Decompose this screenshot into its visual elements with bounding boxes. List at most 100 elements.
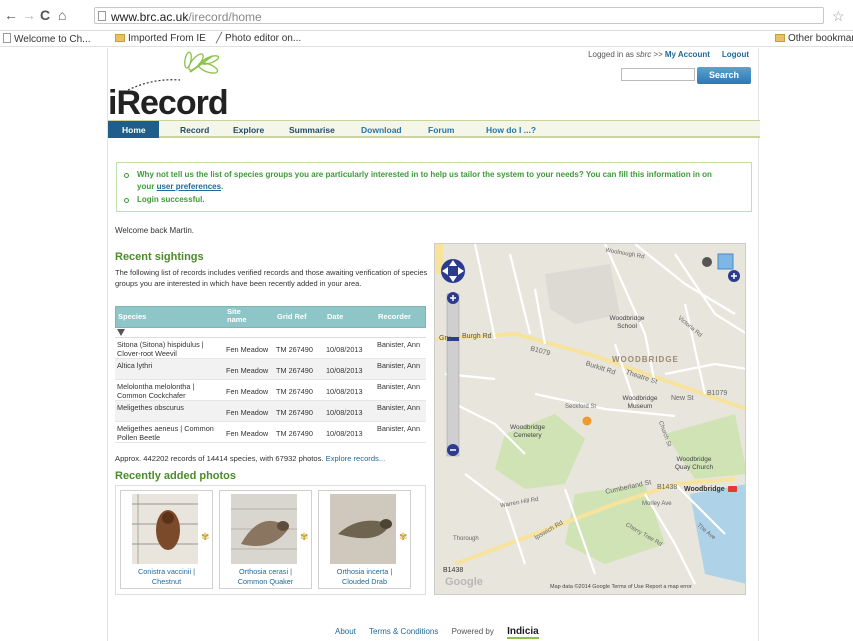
map-label: WOODBRIDGE <box>612 355 679 364</box>
recent-sightings-title: Recent sightings <box>115 251 204 263</box>
map-label: Woodbridge School <box>609 315 645 330</box>
map-label: Thorough <box>453 536 479 542</box>
page-icon <box>3 33 11 43</box>
bookmark-welcome[interactable]: Welcome to Ch... <box>3 33 91 45</box>
photo-card[interactable]: ✾ Orthosia incerta | Clouded Drab <box>318 490 411 589</box>
indicia-logo[interactable]: Indicia <box>507 626 539 639</box>
user-preferences-link[interactable]: user preferences <box>157 182 221 191</box>
photo-caption[interactable]: Orthosia incerta | Clouded Drab <box>319 567 410 587</box>
forward-arrow-icon[interactable]: → <box>22 8 36 22</box>
table-row[interactable]: Meligethes aeneus | Common Pollen Beetle… <box>115 422 426 443</box>
cell-site: Fen Meadow <box>226 429 269 438</box>
gallery-badge-icon: ✾ <box>399 532 408 543</box>
folder-icon <box>775 34 785 42</box>
map-label: Woodbridge Museum <box>622 395 658 410</box>
login-success-message: Login successful. <box>124 194 205 206</box>
menu-summarise[interactable]: Summarise <box>289 125 335 135</box>
column-recorder[interactable]: Recorder <box>378 313 411 321</box>
page-icon <box>98 11 106 21</box>
map-credit[interactable]: Map data ©2014 Google Terms of Use Repor… <box>550 584 692 590</box>
cell-grid: TM 267490 <box>276 387 313 396</box>
back-arrow-icon[interactable]: ← <box>4 8 18 22</box>
google-logo: Google <box>445 576 483 588</box>
map-canvas[interactable] <box>435 244 746 595</box>
cell-date: 10/08/2013 <box>326 429 363 438</box>
cell-recorder: Banister, Ann <box>377 340 421 349</box>
gallery-badge-icon: ✾ <box>201 532 210 543</box>
folder-icon <box>115 34 125 42</box>
cell-recorder: Banister, Ann <box>377 424 421 433</box>
table-row[interactable]: Meligethes obscurus Fen Meadow TM 267490 10… <box>115 401 426 422</box>
bookmark-imported[interactable]: Imported From IE <box>115 33 206 44</box>
browser-toolbar: ← → C ⌂ www.brc.ac.uk/irecord/home ☆ <box>0 0 853 31</box>
map-label: Woodbridge <box>684 486 725 493</box>
photo-caption[interactable]: Orthosia cerasi | Common Quaker <box>220 567 311 587</box>
menu-download[interactable]: Download <box>361 125 402 135</box>
photo-card[interactable]: ✾ Orthosia cerasi | Common Quaker <box>219 490 312 589</box>
cell-species: Altica lythri <box>117 361 153 370</box>
logout-link[interactable]: Logout <box>722 50 749 59</box>
photo-clouded-drab[interactable] <box>330 494 396 564</box>
photo-card[interactable]: ✾ Conistra vaccinii | Chestnut <box>120 490 213 589</box>
cell-site: Fen Meadow <box>226 345 269 354</box>
column-species[interactable]: Species <box>118 313 146 321</box>
home-icon[interactable]: ⌂ <box>58 8 66 22</box>
map-label: B1079 <box>707 390 728 397</box>
cell-grid: TM 267490 <box>276 429 313 438</box>
map-panel[interactable]: Woodbridge School WOODBRIDGE Woodbridge … <box>434 243 746 595</box>
cell-recorder: Banister, Ann <box>377 361 421 370</box>
recent-sightings-description: The following list of records includes v… <box>115 268 428 288</box>
cell-date: 10/08/2013 <box>326 366 363 375</box>
recent-photos-title: Recently added photos <box>115 470 237 482</box>
menu-forum[interactable]: Forum <box>428 125 454 135</box>
menu-home[interactable]: Home <box>108 121 159 138</box>
column-grid-ref[interactable]: Grid Ref <box>277 313 307 321</box>
cell-species: Meligethes obscurus <box>117 403 184 412</box>
bookmark-photo-editor[interactable]: ╱ Photo editor on... <box>216 33 301 44</box>
table-header: Species Site name Grid Ref Date Recorder <box>115 306 426 328</box>
column-date[interactable]: Date <box>327 313 343 321</box>
footer-terms-link[interactable]: Terms & Conditions <box>369 627 438 636</box>
map-label: B1438 <box>657 484 678 491</box>
logo-text: iRecord <box>108 84 229 122</box>
cell-site: Fen Meadow <box>226 366 269 375</box>
records-summary: Approx. 442202 records of 14414 species,… <box>115 454 386 463</box>
bookmarks-bar: Welcome to Ch... Imported From IE ╱ Photo… <box>0 31 853 47</box>
column-site-name[interactable]: Site name <box>227 308 257 324</box>
login-status: Logged in as sbrc >> My Account Logout <box>588 50 749 59</box>
menu-record[interactable]: Record <box>180 125 209 135</box>
photo-caption[interactable]: Conistra vaccinii | Chestnut <box>121 567 212 587</box>
url-text: www.brc.ac.uk/irecord/home <box>111 10 262 24</box>
address-bar[interactable]: www.brc.ac.uk/irecord/home <box>94 7 824 24</box>
bookmark-other[interactable]: Other bookmarks <box>775 33 853 44</box>
cell-species: Meligethes aeneus | Common Pollen Beetle <box>117 424 214 442</box>
menu-how-do-i[interactable]: How do I ...? <box>486 125 536 135</box>
cell-date: 10/08/2013 <box>326 408 363 417</box>
table-row[interactable]: Melolontha melolontha | Common Cockchafe… <box>115 380 426 401</box>
map-label: Burgh Rd <box>462 333 492 340</box>
menu-explore[interactable]: Explore <box>233 125 264 135</box>
filter-icon[interactable] <box>117 329 125 336</box>
search-input[interactable] <box>621 68 695 81</box>
site-container: Logged in as sbrc >> My Account Logout Sea… <box>107 48 760 641</box>
footer-about-link[interactable]: About <box>335 627 356 636</box>
photo-gallery: ✾ Conistra vaccinii | Chestnut ✾ Orthosia… <box>115 485 426 595</box>
table-row[interactable]: Altica lythri Fen Meadow TM 267490 10/08/20… <box>115 359 426 380</box>
explore-records-link[interactable]: Explore records... <box>326 454 386 463</box>
my-account-link[interactable]: My Account <box>665 50 710 59</box>
cell-date: 10/08/2013 <box>326 387 363 396</box>
map-label: Woodbridge Quay Church <box>674 456 714 471</box>
bookmark-star-icon[interactable]: ☆ <box>832 8 845 25</box>
table-row[interactable]: Sitona (Sitona) hispidulus | Clover-root… <box>115 338 426 359</box>
irecord-logo[interactable]: iRecord <box>108 50 233 122</box>
cell-species: Melolontha melolontha | Common Cockchafe… <box>117 382 195 400</box>
pencil-icon: ╱ <box>216 33 223 44</box>
search-button[interactable]: Search <box>697 67 751 84</box>
footer: About Terms & Conditions Powered by Indi… <box>335 626 550 639</box>
recent-sightings-table: Species Site name Grid Ref Date Recorder… <box>115 306 426 443</box>
cell-recorder: Banister, Ann <box>377 403 421 412</box>
photo-common-quaker[interactable] <box>231 494 297 564</box>
cell-recorder: Banister, Ann <box>377 382 421 391</box>
photo-chestnut[interactable] <box>132 494 198 564</box>
reload-icon[interactable]: C <box>40 8 50 22</box>
